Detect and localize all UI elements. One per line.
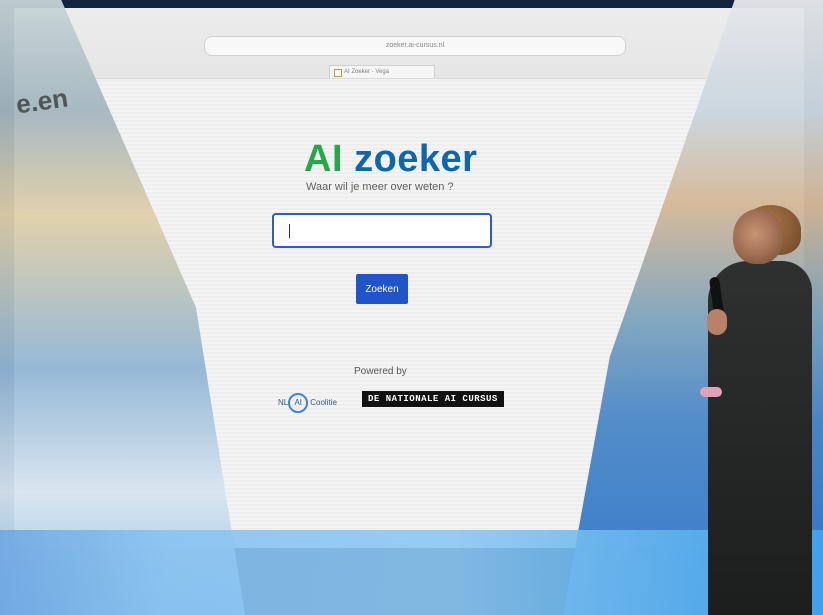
- partner-left-prefix: NL: [278, 398, 289, 408]
- presentation-clicker-icon: [700, 387, 722, 397]
- text-cursor: [289, 224, 290, 238]
- tab-title: AI Zoeker - Vega: [344, 69, 390, 75]
- favicon-icon: [334, 69, 342, 77]
- logo-zoeker-text: zoeker: [354, 138, 478, 180]
- presenter-hand: [707, 309, 727, 335]
- presenter-figure: [700, 205, 815, 615]
- logo-ai-text: AI: [304, 138, 343, 180]
- browser-tab[interactable]: AI Zoeker - Vega: [329, 65, 435, 78]
- search-button[interactable]: Zoeken: [356, 274, 408, 304]
- ai-badge-icon: AI: [288, 393, 309, 413]
- presenter-head: [733, 209, 783, 264]
- search-subtitle: Waar wil je meer over weten ?: [306, 181, 454, 193]
- search-input[interactable]: [272, 213, 492, 248]
- presentation-scene: zoeker.ai-cursus.nl AI Zoeker - Vega < >…: [0, 0, 823, 615]
- partner-left-suffix: Coolitie: [310, 398, 337, 408]
- address-bar[interactable]: zoeker.ai-cursus.nl: [204, 36, 626, 56]
- nl-ai-coalitie-logo: NL AI Coolitie: [278, 393, 337, 413]
- search-page: AI zoeker Waar wil je meer over weten ? …: [244, 138, 574, 428]
- page-title: AI zoeker: [304, 138, 477, 181]
- powered-by-label: Powered by: [354, 366, 407, 377]
- nationale-ai-cursus-logo: DE NATIONALE AI CURSUS: [362, 391, 504, 407]
